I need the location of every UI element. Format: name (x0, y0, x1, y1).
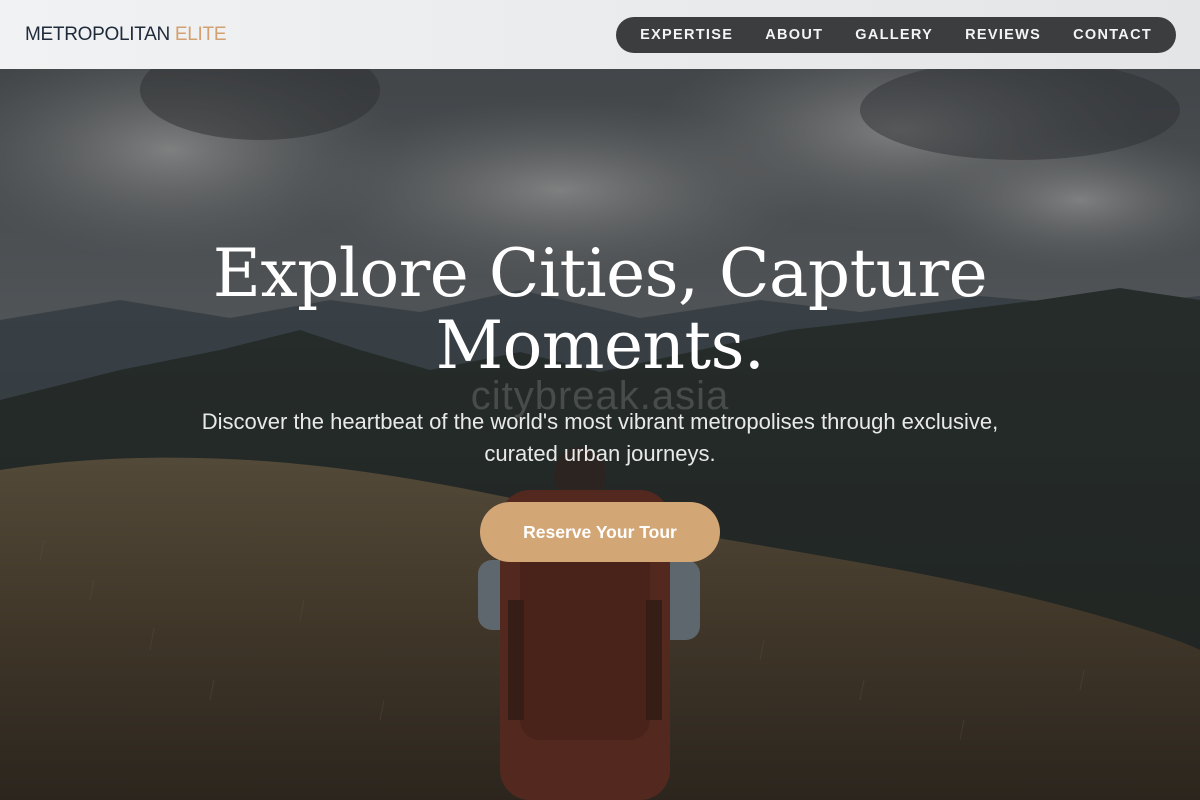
nav-gallery[interactable]: GALLERY (839, 17, 949, 53)
logo-text: METROPOLITAN (25, 23, 170, 45)
site-logo[interactable]: METROPOLITAN ELITE (25, 23, 227, 46)
logo-accent-text: ELITE (174, 23, 227, 45)
hero-title-line2: Moments. (435, 307, 765, 384)
hero-title: Explore Cities, Capture Moments. (0, 238, 1200, 382)
nav-reviews[interactable]: REVIEWS (949, 17, 1057, 53)
nav-contact[interactable]: CONTACT (1057, 17, 1168, 53)
nav-expertise[interactable]: EXPERTISE (624, 17, 749, 53)
hero-subtitle: Discover the heartbeat of the world's mo… (201, 409, 999, 466)
reserve-tour-button[interactable]: Reserve Your Tour (480, 502, 720, 562)
main-nav: EXPERTISE ABOUT GALLERY REVIEWS CONTACT (616, 16, 1176, 53)
hero-title-line1: Explore Cities, Capture (212, 235, 988, 312)
nav-about[interactable]: ABOUT (749, 17, 839, 53)
hero-section: Explore Cities, Capture Moments. citybre… (0, 0, 1200, 800)
site-header: METROPOLITAN ELITE EXPERTISE ABOUT GALLE… (0, 0, 1200, 69)
